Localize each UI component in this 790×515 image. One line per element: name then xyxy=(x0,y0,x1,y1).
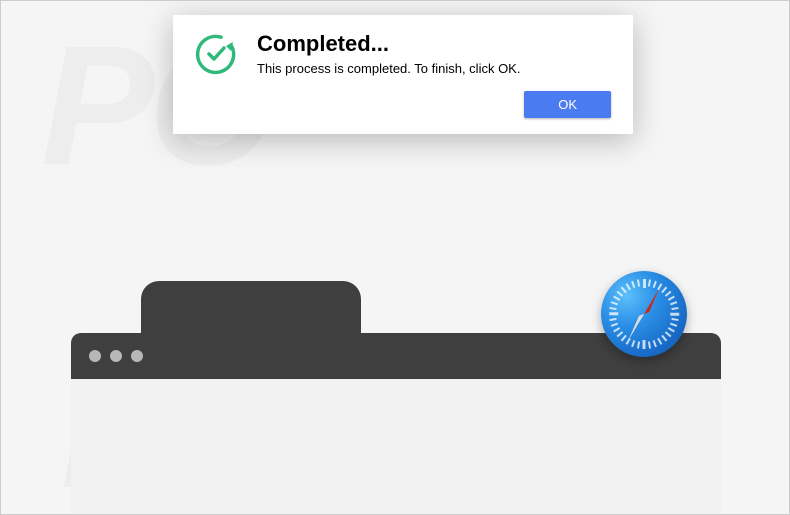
compass-tick xyxy=(670,313,679,316)
screenshot-canvas: PC risk.com xyxy=(0,0,790,515)
safari-icon xyxy=(601,271,687,357)
browser-viewport xyxy=(71,379,721,515)
ok-button[interactable]: OK xyxy=(524,91,611,118)
check-circle-icon xyxy=(193,31,239,77)
browser-tab[interactable] xyxy=(141,281,361,333)
compass-tick xyxy=(643,340,646,349)
completion-dialog: Completed... This process is completed. … xyxy=(173,15,633,134)
dialog-message: This process is completed. To finish, cl… xyxy=(257,61,611,76)
traffic-light-zoom[interactable] xyxy=(131,350,143,362)
traffic-light-minimize[interactable] xyxy=(110,350,122,362)
compass-tick xyxy=(609,313,618,316)
traffic-light-close[interactable] xyxy=(89,350,101,362)
dialog-title: Completed... xyxy=(257,31,611,57)
compass-tick xyxy=(643,279,646,288)
